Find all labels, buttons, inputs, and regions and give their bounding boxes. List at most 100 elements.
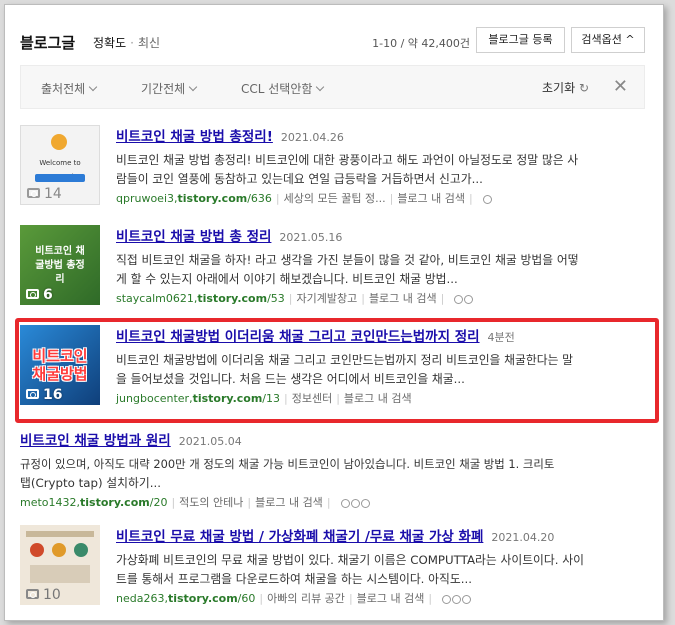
url-domain: tistory.com [177,192,248,205]
url-path: /636 [247,192,272,205]
description-line: 탭(Crypto tap) 설치하기... [20,476,161,490]
nd-icon [360,498,370,508]
blog-name[interactable]: 자기계발창고 [296,292,357,305]
nc-icon [464,294,474,304]
sort-accuracy[interactable]: 정확도 [93,36,126,50]
thumbnail-dot-graphic [52,543,66,557]
result-meta: staycalm0621,tistory.com/53 | 자기계발창고 | 블로그 내… [116,290,645,306]
meta-separator: | [288,292,293,305]
description-line: 비트코인 채굴 방법 총정리! 비트코인에 대한 광풍이라고 해도 과언이 아닐… [116,153,579,167]
ccl-icons [442,592,472,605]
reset-button[interactable]: 초기화 ↻ [542,79,589,96]
result-date: 2021.05.16 [279,231,343,244]
blog-name[interactable]: 아빠의 리뷰 공간 [267,592,345,605]
result-url[interactable]: neda263,tistory.com/60 [116,592,255,605]
result-description: 직접 비트코인 채굴을 하자! 라고 생각을 가진 분들이 많을 것 같아, 비… [116,251,645,289]
result-thumbnail[interactable]: 10 [20,525,100,605]
close-icon[interactable]: ✕ [613,76,628,97]
coin-logo-icon [51,134,67,150]
cc-icon [442,594,452,604]
result-item: Welcome to CryptoTab! 14 비트코인 채굴 방법 총정리!… [20,125,645,207]
result-content: 비트코인 무료 채굴 방법 / 가상화폐 채굴기 /무료 채굴 가상 화폐 202… [116,525,645,606]
search-in-blog-link[interactable]: 블로그 내 검색 [357,592,425,605]
ccl-icons [482,192,493,205]
result-meta: qpruwoei3,tistory.com/636 | 세상의 모든 꿀팁 정...… [116,190,645,206]
description-line: 람들이 코인 열풍에 동참하고 있는데요 연일 급등락을 거듭하면서 신고가..… [116,172,483,186]
ccl-icons [454,292,474,305]
result-content: 비트코인 채굴 방법과 원리 2021.05.04 규정이 있으며, 아직도 대략… [20,429,645,510]
filter-source-label: 출처전체 [41,82,86,96]
result-date: 2021.04.26 [280,131,344,144]
thumbnail-header-graphic [26,531,94,537]
meta-separator: | [275,192,280,205]
result-url[interactable]: staycalm0621,tistory.com/53 [116,292,285,305]
blog-name[interactable]: 세상의 모든 꿀팁 정... [284,192,386,205]
search-options-button[interactable]: 검색옵션 ^ [571,27,645,53]
filter-bar: 출처전체 기간전체 CCL 선택안함 초기화 ↻ ✕ [20,65,645,109]
cc-icon [340,498,350,508]
nd-icon [462,594,472,604]
camera-icon [26,289,39,299]
nc-icon [350,498,360,508]
thumbnail-caption: 비트코인 채굴방법 총정리 [35,246,85,285]
search-in-blog-link[interactable]: 블로그 내 검색 [255,496,323,509]
result-title-link[interactable]: 비트코인 채굴 방법 총 정리 [116,229,271,245]
filter-ccl[interactable]: CCL 선택안함 [241,80,325,97]
camera-icon [27,188,40,198]
thumbnail-dot-graphic [74,543,88,557]
results-header: 블로그글 정확도 · 최신 1-10 / 약 42,400건 블로그글 등록 검색옵… [20,27,645,57]
result-url[interactable]: qpruwoei3,tistory.com/636 [116,192,272,205]
url-prefix: neda263, [116,592,168,605]
result-count: 1-10 / 약 42,400건 [372,37,470,50]
filter-period[interactable]: 기간전체 [141,80,198,97]
url-domain: tistory.com [167,592,238,605]
highlight-box [15,318,659,423]
refresh-icon: ↻ [578,81,589,95]
meta-separator: | [171,496,176,509]
description-line: 직접 비트코인 채굴을 하자! 라고 생각을 가진 분들이 많을 것 같아, 비… [116,253,579,267]
result-item: 10 비트코인 무료 채굴 방법 / 가상화폐 채굴기 /무료 채굴 가상 화폐… [20,525,645,607]
search-in-blog-link[interactable]: 블로그 내 검색 [397,192,465,205]
meta-separator: | [389,192,394,205]
meta-separator: | [247,496,252,509]
result-description: 비트코인 채굴 방법 총정리! 비트코인에 대한 광풍이라고 해도 과언이 아닐… [116,151,645,189]
result-item: 비트코인 채굴방법 총정리 6 비트코인 채굴 방법 총 정리 2021.05.1… [20,225,645,307]
search-results-window: 블로그글 정확도 · 최신 1-10 / 약 42,400건 블로그글 등록 검색옵… [4,4,664,621]
url-domain: tistory.com [197,292,268,305]
cc-icon [482,194,492,204]
sort-latest[interactable]: 최신 [138,36,160,50]
url-prefix: staycalm0621, [116,292,198,305]
image-count: 14 [44,186,62,202]
result-url[interactable]: meto1432,tistory.com/20 [20,496,167,509]
result-date: 2021.05.04 [178,435,242,448]
result-meta: neda263,tistory.com/60 | 아빠의 리뷰 공간 | 블로그 내 검… [116,590,645,606]
result-content: 비트코인 채굴 방법 총정리! 2021.04.26 비트코인 채굴 방법 총정리… [116,125,645,206]
url-path: /53 [267,292,285,305]
meta-separator: | [428,592,433,605]
result-item: 비트코인 채굴 방법과 원리 2021.05.04 규정이 있으며, 아직도 대략… [20,429,645,511]
image-count: 10 [43,587,61,603]
image-count: 6 [43,287,53,303]
search-in-blog-link[interactable]: 블로그 내 검색 [369,292,437,305]
chevron-down-icon [88,82,98,92]
result-thumbnail[interactable]: 비트코인 채굴방법 총정리 6 [20,225,100,305]
reset-label: 초기화 [541,81,576,95]
url-domain: tistory.com [80,496,150,509]
meta-separator: | [326,496,331,509]
thumbnail-button-graphic [35,174,85,182]
camera-icon [26,589,39,599]
result-thumbnail[interactable]: Welcome to CryptoTab! 14 [20,125,100,205]
filter-ccl-label: CCL 선택안함 [241,82,313,96]
filter-source[interactable]: 출처전체 [41,80,98,97]
register-blog-button[interactable]: 블로그글 등록 [476,27,565,53]
result-title-link[interactable]: 비트코인 무료 채굴 방법 / 가상화폐 채굴기 /무료 채굴 가상 화폐 [116,529,483,545]
result-title-link[interactable]: 비트코인 채굴 방법 총정리! [116,129,273,145]
ccl-icons [340,496,371,509]
description-line: 가상화폐 비트코인의 무료 채굴 방법이 있다. 채굴기 이름은 COMPUTT… [116,553,584,567]
url-prefix: qpruwoei3, [116,192,178,205]
description-line: 게 할 수 있는지 아래에서 이야기 해보겠습니다. 비트코인 채굴 방법... [116,272,458,286]
meta-separator: | [440,292,445,305]
description-line: 규정이 있으며, 아직도 대략 200만 개 정도의 채굴 가능 비트코인이 남… [20,457,555,471]
result-title-link[interactable]: 비트코인 채굴 방법과 원리 [20,433,171,449]
blog-name[interactable]: 적도의 안테나 [179,496,243,509]
